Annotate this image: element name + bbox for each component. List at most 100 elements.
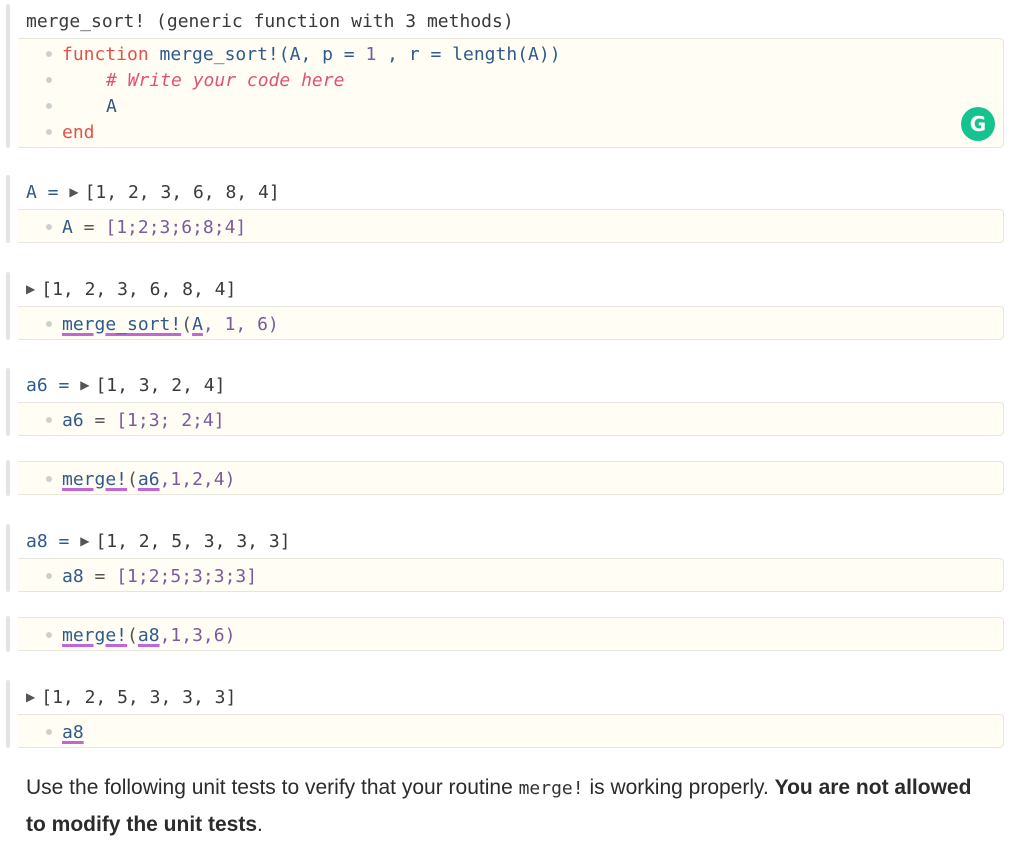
line-bullet	[46, 103, 52, 109]
code-text: a8 = [1;2;5;3;3;3]	[62, 563, 257, 589]
array-literal: [1;2;3;6;8;4]	[105, 216, 247, 238]
array-literal: [1;3; 2;4]	[116, 409, 225, 431]
arguments: , 1, 6)	[202, 313, 279, 335]
code-text: merge!(a6,1,2,4)	[62, 466, 235, 492]
keyword: end	[62, 121, 95, 143]
cell-output: ▶ [1, 2, 3, 6, 8, 4]	[26, 274, 236, 304]
code-text: # Write your code here	[106, 67, 344, 93]
output-label: a6 =	[26, 374, 70, 396]
code-line: function merge_sort! (A, p = 1 , r = leng…	[18, 41, 1003, 67]
argument: a8	[137, 624, 160, 646]
code-text: A	[106, 93, 117, 119]
array-literal: [1;2;5;3;3;3]	[116, 565, 258, 587]
instructions-paragraph: Use the following unit tests to verify t…	[26, 770, 986, 843]
variable: a6	[62, 409, 84, 431]
number: 1	[365, 43, 377, 65]
paren: (	[127, 624, 138, 646]
code-editor[interactable]: merge_sort!(A, 1, 6)	[18, 306, 1004, 340]
code-editor[interactable]: a6 = [1;3; 2;4]	[18, 402, 1004, 436]
arguments: ,1,3,6)	[159, 624, 236, 646]
prose-text: Use the following unit tests to verify t…	[26, 776, 519, 799]
argument: A	[192, 313, 203, 335]
line-bullet	[46, 77, 52, 83]
function-name: merge_sort!	[159, 43, 279, 65]
line-bullet	[46, 632, 52, 638]
code-editor[interactable]: a8 = [1;2;5;3;3;3]	[18, 558, 1004, 592]
function-name: merge!	[62, 624, 128, 646]
cell-output: ▶ [1, 2, 5, 3, 3, 3]	[26, 682, 236, 712]
cell-a8-show[interactable]: ▶ [1, 2, 5, 3, 3, 3] a8	[6, 680, 1004, 748]
cell-output: a8 = ▶ [1, 2, 5, 3, 3, 3]	[26, 526, 291, 556]
line-bullet	[46, 321, 52, 327]
prose-text: .	[257, 813, 263, 836]
operator: =	[83, 565, 117, 587]
expand-triangle-icon[interactable]: ▶	[69, 185, 78, 199]
arguments: ,1,2,4)	[159, 468, 236, 490]
line-bullet	[46, 729, 52, 735]
args: , r =	[376, 43, 453, 65]
code-text: merge_sort!(A, 1, 6)	[62, 311, 279, 337]
variable: A	[62, 216, 73, 238]
code-text: a6 = [1;3; 2;4]	[62, 407, 225, 433]
cell-A[interactable]: A = ▶ [1, 2, 3, 6, 8, 4] A = [1;2;3;6;8;4…	[6, 175, 1004, 243]
output-value[interactable]: [1, 2, 5, 3, 3, 3]	[41, 687, 236, 708]
output-label: a8 =	[26, 530, 70, 552]
code-text: A = [1;2;3;6;8;4]	[62, 214, 246, 240]
comment: # Write your code here	[106, 69, 345, 91]
length-call: length(A))	[452, 43, 561, 65]
output-value[interactable]: [1, 2, 3, 6, 8, 4]	[41, 279, 236, 300]
inline-code: merge!	[518, 778, 584, 799]
expand-triangle-icon[interactable]: ▶	[80, 534, 89, 548]
line-bullet	[46, 573, 52, 579]
cell-merge-sort-definition[interactable]: merge_sort! (generic function with 3 met…	[6, 4, 1004, 148]
cell-output: A = ▶ [1, 2, 3, 6, 8, 4]	[26, 177, 280, 207]
cell-merge-a8[interactable]: merge!(a8,1,3,6)	[6, 616, 1004, 652]
operator: =	[72, 216, 106, 238]
code-line: A	[18, 93, 1003, 119]
expand-triangle-icon[interactable]: ▶	[80, 378, 89, 392]
line-bullet	[46, 129, 52, 135]
grammarly-icon[interactable]: G	[961, 107, 995, 141]
code-text: merge!(a8,1,3,6)	[62, 622, 235, 648]
cell-a8[interactable]: a8 = ▶ [1, 2, 5, 3, 3, 3] a8 = [1;2;5;3;3…	[6, 524, 1004, 592]
output-label: A =	[26, 181, 59, 203]
output-value[interactable]: [1, 2, 5, 3, 3, 3]	[95, 531, 290, 552]
cell-merge-a6[interactable]: merge!(a6,1,2,4)	[6, 460, 1004, 496]
output-value[interactable]: [1, 3, 2, 4]	[95, 375, 225, 396]
paren: (	[127, 468, 138, 490]
cell-merge-sort-call[interactable]: ▶ [1, 2, 3, 6, 8, 4] merge_sort!(A, 1, 6)	[6, 272, 1004, 340]
line-bullet	[46, 417, 52, 423]
expand-triangle-icon[interactable]: ▶	[26, 282, 35, 296]
code-editor[interactable]: function merge_sort! (A, p = 1 , r = leng…	[18, 38, 1004, 148]
line-bullet	[46, 224, 52, 230]
operator: =	[83, 409, 117, 431]
code-editor[interactable]: merge!(a6,1,2,4)	[18, 461, 1004, 495]
expand-triangle-icon[interactable]: ▶	[26, 690, 35, 704]
code-text: end	[62, 119, 95, 145]
line-bullet	[46, 476, 52, 482]
output-value[interactable]: [1, 2, 3, 6, 8, 4]	[85, 182, 280, 203]
prose-text: is working properly.	[583, 776, 775, 799]
notebook-page: merge_sort! (generic function with 3 met…	[0, 0, 1024, 852]
function-name: merge!	[62, 468, 128, 490]
code-line: end	[18, 119, 1003, 145]
code-text: a8	[62, 719, 84, 745]
code-editor[interactable]: merge!(a8,1,3,6)	[18, 617, 1004, 651]
code-text: function merge_sort! (A, p = 1 , r = leng…	[62, 41, 561, 67]
variable: a8	[62, 721, 84, 743]
return-value: A	[106, 95, 117, 117]
variable: a8	[62, 565, 84, 587]
output-text: merge_sort! (generic function with 3 met…	[26, 10, 514, 32]
keyword: function	[62, 43, 149, 65]
cell-a6[interactable]: a6 = ▶ [1, 3, 2, 4] a6 = [1;3; 2;4]	[6, 368, 1004, 436]
code-editor[interactable]: A = [1;2;3;6;8;4]	[18, 209, 1004, 243]
paren: (	[181, 313, 193, 335]
code-editor[interactable]: a8	[18, 714, 1004, 748]
cell-output: a6 = ▶ [1, 3, 2, 4]	[26, 370, 225, 400]
args: (A, p =	[278, 43, 366, 65]
code-line: # Write your code here	[18, 67, 1003, 93]
cell-output: merge_sort! (generic function with 3 met…	[26, 6, 514, 36]
function-name: merge_sort!	[62, 313, 182, 335]
argument: a6	[137, 468, 160, 490]
line-bullet	[46, 51, 52, 57]
